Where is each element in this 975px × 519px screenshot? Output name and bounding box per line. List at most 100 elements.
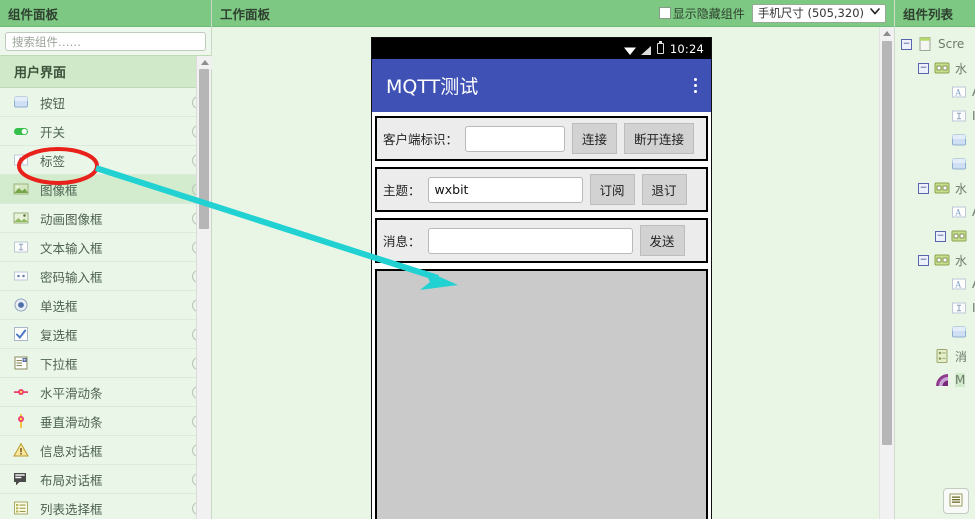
phone-row-button-0[interactable]: 订阅 <box>589 174 635 205</box>
tree-node-5[interactable] <box>895 152 975 176</box>
tree-node-11[interactable]: I <box>895 296 975 320</box>
tree-expander[interactable] <box>918 375 929 386</box>
phone-app-bar: MQTT测试 <box>372 59 711 112</box>
rename-button[interactable] <box>943 488 969 514</box>
button-icon <box>951 324 967 340</box>
tree-node-label: 水 <box>955 61 968 76</box>
component-item-10[interactable]: 水平滑动条? <box>0 378 211 407</box>
listpicker-icon <box>12 501 29 516</box>
tree-expander[interactable] <box>935 303 946 314</box>
component-item-label: 垂直滑动条 <box>40 414 103 430</box>
arrangement-icon <box>934 180 950 196</box>
workspace-scroll-up-button[interactable] <box>880 27 894 40</box>
tree-expander[interactable]: − <box>918 182 929 194</box>
tree-node-10[interactable]: AA <box>895 272 975 296</box>
tree-expander[interactable]: − <box>918 62 929 74</box>
phone-row-label: 消息： <box>383 234 421 249</box>
component-item-7[interactable]: 单选框? <box>0 291 211 320</box>
tree-expander[interactable] <box>918 351 929 362</box>
component-item-14[interactable]: 列表选择框? <box>0 494 211 519</box>
component-item-2[interactable]: A标签? <box>0 146 211 175</box>
tree-expander[interactable] <box>935 279 946 290</box>
tree-expander[interactable] <box>935 87 946 98</box>
component-item-13[interactable]: 布局对话框? <box>0 465 211 494</box>
show-hidden-checkbox[interactable] <box>658 7 671 19</box>
component-tree[interactable]: −Scre−水AAI−水AA−−水AAI消M <box>895 27 975 519</box>
search-input[interactable] <box>5 32 206 51</box>
component-tree-panel: 组件列表 −Scre−水AAI−水AA−−水AAI消M <box>895 0 975 519</box>
palette-section-user-interface[interactable]: 用户界面 <box>0 55 211 88</box>
phone-form-row-2: 消息： 发送 <box>375 218 708 263</box>
tree-node-4[interactable] <box>895 128 975 152</box>
component-item-4[interactable]: 动画图像框? <box>0 204 211 233</box>
phone-row-input[interactable]: wxbit <box>427 176 583 203</box>
button-icon <box>12 95 29 110</box>
tree-expander[interactable] <box>935 159 946 170</box>
tree-node-1[interactable]: − 水 <box>895 56 975 80</box>
component-item-6[interactable]: 密码输入框? <box>0 262 211 291</box>
phone-row-input[interactable] <box>427 227 633 254</box>
tree-expander[interactable] <box>935 111 946 122</box>
tree-expander[interactable] <box>935 207 946 218</box>
tree-expander[interactable]: − <box>918 254 929 266</box>
tree-node-3[interactable]: I <box>895 104 975 128</box>
phone-row-button-1[interactable]: 断开连接 <box>624 123 695 154</box>
component-palette-panel: 组件面板 用户界面 按钮?开关?A标签?图像框?动画图像框?文本输入框?密码输入… <box>0 0 212 519</box>
workspace-scroll-thumb[interactable] <box>882 41 892 445</box>
component-item-label: 按钮 <box>40 95 66 111</box>
phone-row-button-0[interactable]: 发送 <box>639 225 685 256</box>
component-item-label: 水平滑动条 <box>40 385 103 401</box>
tree-expander[interactable] <box>935 135 946 146</box>
component-item-8[interactable]: 复选框? <box>0 320 211 349</box>
arrangement-icon <box>934 60 950 76</box>
phone-row-button-1[interactable]: 退订 <box>641 174 687 205</box>
phone-message-list-area[interactable] <box>375 269 708 519</box>
component-item-label: 标签 <box>40 153 66 169</box>
v-slider-icon <box>12 414 29 429</box>
palette-scrollbar[interactable] <box>196 56 212 519</box>
component-list[interactable]: 按钮?开关?A标签?图像框?动画图像框?文本输入框?密码输入框?单选框?复选框?… <box>0 88 211 519</box>
component-item-5[interactable]: 文本输入框? <box>0 233 211 262</box>
component-item-label: 动画图像框 <box>40 211 103 227</box>
tree-node-8[interactable]: − <box>895 224 975 248</box>
tree-node-14[interactable]: M <box>895 368 975 392</box>
tree-node-7[interactable]: AA <box>895 200 975 224</box>
tree-expander[interactable]: − <box>901 38 912 50</box>
tree-node-13[interactable]: 消 <box>895 344 975 368</box>
workspace-scrollbar[interactable] <box>879 27 894 519</box>
component-item-12[interactable]: 信息对话框? <box>0 436 211 465</box>
label-icon: A <box>951 84 967 100</box>
screen-size-select[interactable]: 手机尺寸 (505,320) <box>751 3 886 23</box>
tree-node-12[interactable] <box>895 320 975 344</box>
workspace-canvas[interactable]: 10:24 MQTT测试 客户端标识： 连接 断开连接 主题： wxbit 订阅 退订 消息：… <box>212 27 894 519</box>
signal-icon <box>640 44 652 55</box>
show-hidden-components-toggle[interactable]: 显示隐藏组件 <box>658 5 745 22</box>
overflow-menu-icon[interactable] <box>694 78 697 93</box>
phone-preview[interactable]: 10:24 MQTT测试 客户端标识： 连接 断开连接 主题： wxbit 订阅 退订 消息：… <box>371 37 712 519</box>
tree-node-2[interactable]: AA <box>895 80 975 104</box>
component-item-9[interactable]: 下拉框? <box>0 349 211 378</box>
component-item-3[interactable]: 图像框? <box>0 175 211 204</box>
tree-node-6[interactable]: − 水 <box>895 176 975 200</box>
component-item-0[interactable]: 按钮? <box>0 88 211 117</box>
arrangement-icon <box>951 228 967 244</box>
animated-image-icon <box>12 211 29 226</box>
palette-scroll-thumb[interactable] <box>199 69 209 229</box>
h-slider-icon <box>12 385 29 400</box>
mqtt-icon <box>934 372 950 388</box>
tree-expander[interactable]: − <box>935 230 946 242</box>
phone-form-row-1: 主题： wxbit 订阅 退订 <box>375 167 708 212</box>
component-item-11[interactable]: 垂直滑动条? <box>0 407 211 436</box>
tree-node-0[interactable]: − Scre <box>895 32 975 56</box>
dialog-icon <box>12 472 29 487</box>
component-item-label: 图像框 <box>40 182 78 198</box>
component-item-1[interactable]: 开关? <box>0 117 211 146</box>
palette-scroll-up-button[interactable] <box>197 56 212 69</box>
tree-node-9[interactable]: − 水 <box>895 248 975 272</box>
tree-node-label: 消 <box>955 349 968 364</box>
phone-row-input[interactable] <box>465 125 566 152</box>
phone-row-button-0[interactable]: 连接 <box>572 123 618 154</box>
tree-expander[interactable] <box>935 327 946 338</box>
svg-text:A: A <box>955 208 962 218</box>
dropdown-icon <box>12 356 29 371</box>
